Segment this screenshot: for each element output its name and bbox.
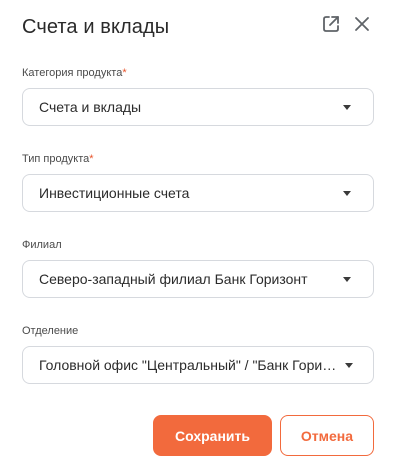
- branch-select[interactable]: Северо-западный филиал Банк Горизонт: [22, 260, 374, 298]
- chevron-down-icon: [343, 105, 351, 110]
- product-type-label-text: Тип продукта: [22, 153, 90, 165]
- dialog-title: Счета и вклады: [22, 16, 170, 38]
- department-select[interactable]: Головной офис "Центральный" / "Банк Гори…: [22, 346, 374, 384]
- required-mark: *: [89, 153, 94, 165]
- branch-value: Северо-западный филиал Банк Горизонт: [39, 271, 308, 287]
- product-category-label-text: Категория продукта: [22, 67, 123, 79]
- product-category-label: Категория продукта*: [22, 66, 127, 80]
- product-category-value: Счета и вклады: [39, 99, 142, 115]
- product-type-label: Тип продукта*: [22, 152, 94, 166]
- department-value: Головной офис "Центральный" / "Банк Гори…: [39, 357, 339, 373]
- chevron-down-icon: [345, 363, 353, 368]
- required-mark: *: [122, 67, 127, 79]
- close-icon[interactable]: [351, 13, 373, 35]
- product-type-value: Инвестиционные счета: [39, 185, 190, 201]
- department-label: Отделение: [22, 325, 79, 337]
- product-type-select[interactable]: Инвестиционные счета: [22, 174, 374, 212]
- chevron-down-icon: [343, 191, 351, 196]
- product-dialog: Счета и вклады Категория продукта* Счета…: [0, 0, 394, 476]
- cancel-button[interactable]: Отмена: [280, 415, 374, 456]
- product-category-select[interactable]: Счета и вклады: [22, 88, 374, 126]
- chevron-down-icon: [343, 277, 351, 282]
- branch-label: Филиал: [22, 239, 62, 251]
- save-button[interactable]: Сохранить: [153, 415, 272, 456]
- open-external-icon[interactable]: [320, 13, 342, 35]
